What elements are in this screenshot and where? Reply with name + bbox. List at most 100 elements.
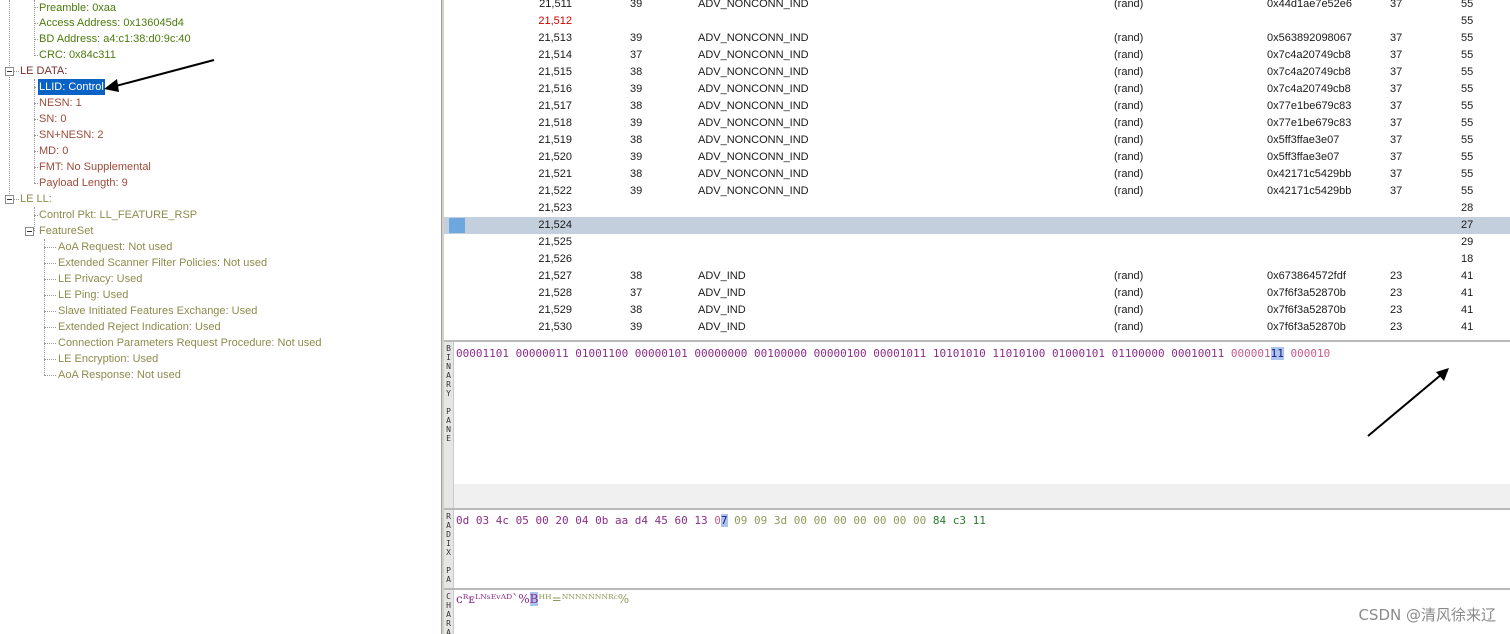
- char-pane-content: ᴄᴿᴇᴸᴺˢᴱᵛᴬᴰ`%Bᴴᴴ=ᴺᴺᴺᴺᴺᴺᴺᴿᶜ%: [456, 592, 629, 606]
- binary-pane-footer: [454, 484, 1510, 508]
- tree-item-sn[interactable]: SN: 0: [39, 111, 67, 127]
- tree-item-control-pkt[interactable]: Control Pkt: LL_FEATURE_RSP: [39, 207, 197, 223]
- packet-row[interactable]: 21,515 38 ADV_NONCONN_IND (rand) 0x7c4a20749…: [444, 64, 1510, 81]
- packet-row[interactable]: 21,523 28: [444, 200, 1510, 217]
- packet-number: 21,517: [538, 100, 572, 112]
- radix-hl-pre: 0: [714, 514, 721, 527]
- packet-number: 21,522: [538, 185, 572, 197]
- packet-access-addr: 0x7f6f3a52870b: [1267, 321, 1346, 333]
- packet-number: 21,516: [538, 83, 572, 95]
- packet-type: ADV_NONCONN_IND: [698, 168, 809, 180]
- packet-len: 23: [1390, 304, 1403, 316]
- packet-row[interactable]: 21,527 38 ADV_IND (rand) 0x673864572fdf 23 41: [444, 268, 1510, 285]
- packet-row[interactable]: 21,513 39 ADV_NONCONN_IND (rand) 0x563892098…: [444, 30, 1510, 47]
- packet-len: 37: [1390, 83, 1403, 95]
- radix-green-bytes: 84 c3 11: [932, 514, 986, 527]
- binary-pane-label: BINARY PANE: [444, 342, 454, 508]
- packet-crc: 55: [1461, 49, 1474, 61]
- packet-channel: 38: [630, 100, 643, 112]
- packet-number: 21,515: [538, 66, 572, 78]
- packet-adv-addr: (rand): [1114, 32, 1144, 44]
- packet-row[interactable]: 21,516 39 ADV_NONCONN_IND (rand) 0x7c4a20749…: [444, 81, 1510, 98]
- packet-channel: 39: [630, 32, 643, 44]
- packet-channel: 38: [630, 270, 643, 282]
- packet-len: 23: [1390, 287, 1403, 299]
- annotation-arrow-icon: [1367, 368, 1449, 437]
- binary-pane[interactable]: BINARY PANE 00001101 00000011 01001100 0…: [444, 340, 1510, 508]
- packet-row[interactable]: 21,524 27: [444, 217, 1510, 234]
- packet-row[interactable]: 21,526 18: [444, 251, 1510, 268]
- packet-detail-tree[interactable]: Preamble: 0xaa Access Address: 0x136045d…: [0, 0, 441, 634]
- packet-adv-addr: (rand): [1114, 185, 1144, 197]
- packet-adv-addr: (rand): [1114, 134, 1144, 146]
- annotation-arrow-icon: [104, 59, 215, 92]
- watermark: CSDN @清风徐来辽: [1358, 606, 1496, 624]
- packet-row[interactable]: 21,521 38 ADV_NONCONN_IND (rand) 0x42171c542…: [444, 166, 1510, 183]
- tree-item-feature[interactable]: Connection Parameters Request Procedure:…: [58, 335, 322, 351]
- packet-adv-addr: (rand): [1114, 0, 1144, 10]
- packet-number: 21,521: [538, 168, 572, 180]
- packet-row[interactable]: 21,519 38 ADV_NONCONN_IND (rand) 0x5ff3ffae3…: [444, 132, 1510, 149]
- char-pane[interactable]: CHARA ᴄᴿᴇᴸᴺˢᴱᵛᴬᴰ`%Bᴴᴴ=ᴺᴺᴺᴺᴺᴺᴺᴿᶜ%: [444, 588, 1510, 634]
- packet-crc: 55: [1461, 100, 1474, 112]
- packet-row[interactable]: 21,511 39 ADV_NONCONN_IND (rand) 0x44d1ae7e5…: [444, 0, 1510, 13]
- char-text-b: ᴴᴴ=ᴺᴺᴺᴺᴺᴺᴺᴿᶜ%: [538, 592, 630, 606]
- collapse-icon[interactable]: [5, 67, 14, 76]
- packet-type: ADV_NONCONN_IND: [698, 134, 809, 146]
- tree-item-bd-address[interactable]: BD Address: a4:c1:38:d0:9c:40: [39, 31, 191, 47]
- packet-row[interactable]: 21,520 39 ADV_NONCONN_IND (rand) 0x5ff3ffae3…: [444, 149, 1510, 166]
- packet-crc: 41: [1461, 270, 1474, 282]
- radix-bytes: 0d 03 4c 05 00 20 04 0b aa d4 45 60 13: [456, 514, 715, 527]
- packet-row[interactable]: 21,525 29: [444, 234, 1510, 251]
- packet-row[interactable]: 21,512 55: [444, 13, 1510, 30]
- tree-item-feature[interactable]: LE Privacy: Used: [58, 271, 142, 287]
- packet-number: 21,523: [538, 202, 572, 214]
- packet-row[interactable]: 21,514 37 ADV_NONCONN_IND (rand) 0x7c4a20749…: [444, 47, 1510, 64]
- packet-number: 21,527: [538, 270, 572, 282]
- tree-item-preamble[interactable]: Preamble: 0xaa: [39, 0, 116, 16]
- packet-adv-addr: (rand): [1114, 321, 1144, 333]
- packet-channel: 38: [630, 134, 643, 146]
- packet-adv-addr: (rand): [1114, 304, 1144, 316]
- tree-item-fmt[interactable]: FMT: No Supplemental: [39, 159, 151, 175]
- collapse-icon[interactable]: [5, 195, 14, 204]
- tree-item-access-address[interactable]: Access Address: 0x136045d4: [39, 15, 184, 31]
- packet-row[interactable]: 21,518 39 ADV_NONCONN_IND (rand) 0x77e1be679…: [444, 115, 1510, 132]
- packet-number: 21,530: [538, 321, 572, 333]
- tree-item-feature[interactable]: LE Ping: Used: [58, 287, 128, 303]
- tree-item-feature[interactable]: Extended Scanner Filter Policies: Not us…: [58, 255, 267, 271]
- packet-channel: 38: [630, 168, 643, 180]
- packet-row[interactable]: 21,517 38 ADV_NONCONN_IND (rand) 0x77e1be679…: [444, 98, 1510, 115]
- tree-item-feature[interactable]: Slave Initiated Features Exchange: Used: [58, 303, 257, 319]
- tree-item-payload-length[interactable]: Payload Length: 9: [39, 175, 128, 191]
- radix-pane-content: 0d 03 4c 05 00 20 04 0b aa d4 45 60 13 0…: [456, 514, 986, 527]
- radix-highlight[interactable]: 7: [720, 514, 728, 527]
- tree-item-llid[interactable]: LLID: Control: [37, 78, 106, 96]
- tree-item-feature[interactable]: AoA Response: Not used: [58, 367, 181, 383]
- tree-item-feature[interactable]: Extended Reject Indication: Used: [58, 319, 221, 335]
- collapse-icon[interactable]: [25, 227, 34, 236]
- tree-item-sn-nesn[interactable]: SN+NESN: 2: [39, 127, 104, 143]
- packet-row[interactable]: 21,529 38 ADV_IND (rand) 0x7f6f3a52870b 23 41: [444, 302, 1510, 319]
- tree-item-md[interactable]: MD: 0: [39, 143, 68, 159]
- binary-highlight[interactable]: 11: [1270, 347, 1284, 360]
- packet-row[interactable]: 21,528 37 ADV_IND (rand) 0x7f6f3a52870b 23 41: [444, 285, 1510, 302]
- packet-access-addr: 0x673864572fdf: [1267, 270, 1346, 282]
- packet-channel: 37: [630, 287, 643, 299]
- tree-group-featureset[interactable]: FeatureSet: [39, 223, 93, 239]
- packet-list[interactable]: 21,511 39 ADV_NONCONN_IND (rand) 0x44d1ae7e5…: [444, 0, 1510, 340]
- tree-group-le-ll[interactable]: LE LL:: [20, 191, 52, 207]
- packet-row[interactable]: 21,522 39 ADV_NONCONN_IND (rand) 0x42171c542…: [444, 183, 1510, 200]
- packet-len: 37: [1390, 49, 1403, 61]
- packet-adv-addr: (rand): [1114, 168, 1144, 180]
- packet-row[interactable]: 21,530 39 ADV_IND (rand) 0x7f6f3a52870b 23 41: [444, 319, 1510, 336]
- tree-item-feature[interactable]: AoA Request: Not used: [58, 239, 172, 255]
- char-pane-label: CHARA: [444, 590, 454, 634]
- tree-group-le-data[interactable]: LE DATA:: [20, 63, 67, 79]
- tree-item-nesn[interactable]: NESN: 1: [39, 95, 82, 111]
- packet-access-addr: 0x7c4a20749cb8: [1267, 49, 1351, 61]
- packet-access-addr: 0x7c4a20749cb8: [1267, 66, 1351, 78]
- packet-type: ADV_IND: [698, 287, 746, 299]
- tree-item-feature[interactable]: LE Encryption: Used: [58, 351, 158, 367]
- radix-pane[interactable]: RADIX PA 0d 03 4c 05 00 20 04 0b aa d4 4…: [444, 508, 1510, 588]
